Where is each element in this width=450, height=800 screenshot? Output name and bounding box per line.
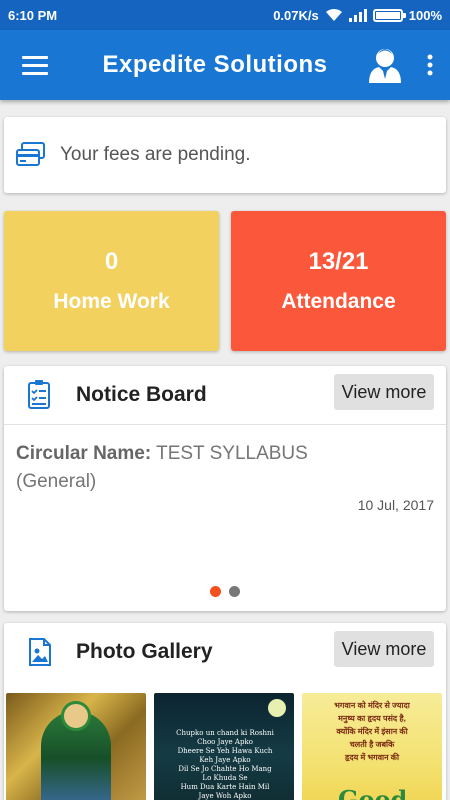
homework-tile[interactable]: 0 Home Work xyxy=(4,211,219,351)
circular-date: 10 Jul, 2017 xyxy=(357,497,434,513)
more-vert-icon[interactable] xyxy=(410,30,450,100)
battery-icon xyxy=(372,8,406,22)
attendance-count: 13/21 xyxy=(308,248,369,275)
quote-line: चलती है जबकि xyxy=(349,740,395,749)
attendance-tile[interactable]: 13/21 Attendance xyxy=(231,211,446,351)
wifi-icon xyxy=(325,8,342,21)
credit-card-icon xyxy=(16,142,45,166)
homework-label: Home Work xyxy=(53,290,170,313)
status-bar: 6:10 PM 0.07K/s 100% xyxy=(0,0,450,30)
quote-line: हृदय में भगवान की xyxy=(344,753,400,762)
network-speed: 0.07K/s xyxy=(273,7,319,23)
notice-divider xyxy=(4,424,446,425)
moon-shape xyxy=(268,699,286,717)
poem-line: Dil Se Jo Chahte Ho Mang xyxy=(178,765,272,773)
circular-label: Circular Name: xyxy=(16,443,152,464)
notice-pager xyxy=(4,586,446,597)
poem-line: Hum Dua Karte Hain Mil xyxy=(180,783,270,791)
notice-view-more-button[interactable]: View more xyxy=(334,374,434,410)
fees-pending-text: Your fees are pending. xyxy=(60,144,251,165)
gallery-photo-3[interactable]: भगवान को मंदिर से ज्यादा मनुष्य का हृदय … xyxy=(302,693,442,800)
battery-percent: 100% xyxy=(408,7,442,23)
pager-dot[interactable] xyxy=(229,586,240,597)
photo-3-quote: भगवान को मंदिर से ज्यादा मनुष्य का हृदय … xyxy=(308,699,436,764)
notice-board-card: Notice Board View more Circular Name: TE… xyxy=(4,366,446,611)
quote-line: मनुष्य का हृदय पसंद है, xyxy=(338,714,406,723)
status-time: 6:10 PM xyxy=(8,7,58,23)
photo-3-big-text: Good xyxy=(338,785,408,800)
app-title: Expedite Solutions xyxy=(102,51,328,78)
poem-line: Chupko un chand ki Roshni xyxy=(176,729,274,737)
homework-count: 0 xyxy=(104,248,119,275)
gallery-photo-1[interactable] xyxy=(6,693,146,800)
photo-2-poem: Chupko un chand ki Roshni Choo Jaye Apko… xyxy=(162,729,288,800)
fees-pending-banner[interactable]: Your fees are pending. xyxy=(4,117,446,193)
poem-line: Keh Jaye Apko xyxy=(199,756,251,764)
poem-line: Choo Jaye Apko xyxy=(197,738,253,746)
checklist-icon xyxy=(4,380,76,410)
photo-gallery-card: Photo Gallery View more Chupko un chand … xyxy=(4,623,446,800)
circular-item[interactable]: Circular Name: TEST SYLLABUS (General) xyxy=(16,440,426,496)
quote-line: क्योंकि मंदिर में इंसान की xyxy=(336,727,408,736)
attendance-label: Attendance xyxy=(281,290,396,313)
gallery-view-more-button[interactable]: View more xyxy=(334,631,434,667)
image-file-icon xyxy=(4,638,76,666)
user-profile-icon[interactable] xyxy=(360,30,410,100)
circular-category: (General) xyxy=(16,471,97,492)
signal-icon xyxy=(348,8,367,22)
poem-line: Lo Khuda Se xyxy=(202,774,248,782)
poem-line: Jaye Woh Apko xyxy=(198,792,252,800)
quote-line: भगवान को मंदिर से ज्यादा xyxy=(334,701,410,710)
circular-name: TEST SYLLABUS xyxy=(156,443,308,464)
status-right: 0.07K/s 100% xyxy=(273,8,442,23)
poem-line: Dheere Se Yeh Hawa Kuch xyxy=(177,747,273,755)
deity-head xyxy=(61,701,91,731)
hamburger-menu-icon[interactable] xyxy=(0,30,70,100)
pager-dot[interactable] xyxy=(210,586,221,597)
app-bar: Expedite Solutions xyxy=(0,30,450,100)
gallery-photo-2[interactable]: Chupko un chand ki Roshni Choo Jaye Apko… xyxy=(154,693,294,800)
